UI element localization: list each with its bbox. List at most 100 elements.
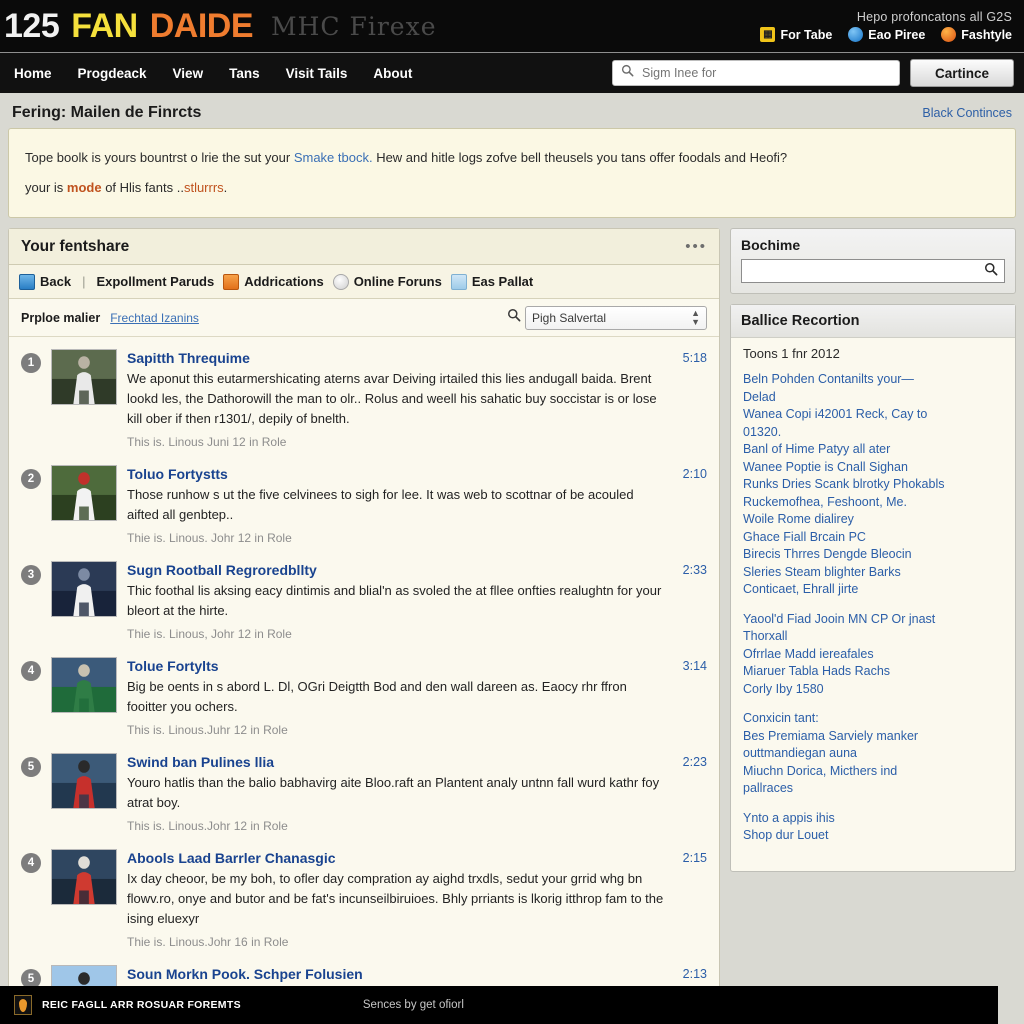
toolbar-item-addrications[interactable]: Addrications	[223, 273, 324, 290]
sidebar-link[interactable]: Sleries Steam blighter Barks	[743, 564, 1003, 582]
row-description: Big be oents in s abord L. Dl, OGri Deig…	[127, 679, 627, 714]
toolbar-item-back[interactable]: Back	[19, 273, 71, 290]
toolbar-separator: |	[82, 274, 86, 289]
row-timestamp: 2:23	[682, 755, 707, 769]
sidebar-date-line: Toons 1 fnr 2012	[743, 346, 840, 361]
row-thumbnail[interactable]	[51, 657, 117, 713]
sidebar-link[interactable]: Wanea Copi i42001 Reck, Cay to	[743, 406, 1003, 424]
nav-item-home[interactable]: Home	[14, 66, 52, 81]
sidebar-link[interactable]: Shop dur Louet	[743, 827, 1003, 845]
table-row[interactable]: 4 Tolue Fortylts Big be oents in s abord L…	[9, 649, 719, 745]
sidebar-search-field[interactable]	[741, 259, 1005, 283]
sidebar-link[interactable]: Delad	[743, 389, 1003, 407]
sidebar-link[interactable]: Runks Dries Scank blrotky Phokabls	[743, 476, 1003, 494]
brand-link-fashtyle[interactable]: Fashtyle	[941, 27, 1012, 42]
sidebar-link[interactable]: Ruckemofhea, Feshoont, Me.	[743, 494, 1003, 512]
sidebar-link[interactable]: outtmandiegan auna	[743, 745, 1003, 763]
sort-select[interactable]: Pigh Salvertal ▲ ▼	[525, 305, 707, 330]
cartince-button[interactable]: Cartince	[910, 59, 1014, 87]
sidebar-link[interactable]: Banl of Hime Patyy all ater	[743, 441, 1003, 459]
footer-bar: REIC FAGLL ARR ROSUAR FOREMTS Sences by …	[0, 986, 1024, 1024]
table-row[interactable]: 4 Abools Laad Barrler Chanasgic Ix day che…	[9, 841, 719, 957]
filter-link[interactable]: Frechtad Izanins	[110, 311, 199, 325]
nav-item-visit-tails[interactable]: Visit Tails	[286, 66, 348, 81]
table-row[interactable]: 3 Sugn Rootball Regroredbllty Thic foothal…	[9, 553, 719, 649]
row-meta: Thie is. Linous, Johr 12 in Role	[127, 627, 292, 641]
nav-item-progdeack[interactable]: Progdeack	[78, 66, 147, 81]
notice-line-1: Tope boolk is yours bountrst o lrie the …	[25, 143, 999, 173]
row-thumbnail[interactable]	[51, 753, 117, 809]
row-body: Tolue Fortylts Big be oents in s abord L.…	[127, 657, 667, 737]
sidebar-link[interactable]: Yaool'd Fiad Jooin MN CP Or jnast	[743, 611, 1003, 629]
sidebar-link[interactable]: Miaruer Tabla Hads Rachs	[743, 663, 1003, 681]
sidebar-link-groups: Beln Pohden Contanilts your— Delad Wanea C…	[743, 371, 1003, 845]
toolbar-item-expollment-paruds[interactable]: Expollment Paruds	[96, 274, 214, 289]
row-body: Abools Laad Barrler Chanasgic Ix day cheo…	[127, 849, 667, 949]
sidebar-link[interactable]: Birecis Thrres Dengde Bleocin	[743, 546, 1003, 564]
notice-line2-b: of Hlis fants ..	[101, 180, 184, 195]
nav-item-tans[interactable]: Tans	[229, 66, 260, 81]
sidebar-link[interactable]: Thorxall	[743, 628, 1003, 646]
black-continces-link[interactable]: Black Continces	[922, 106, 1012, 120]
sidebar-link[interactable]: 01320.	[743, 424, 1003, 442]
row-title-link[interactable]: Abools Laad Barrler Chanasgic	[127, 849, 667, 867]
page-body: Fering: Mailen de Finrcts Black Contince…	[0, 94, 1024, 1024]
sidebar-link[interactable]: Beln Pohden Contanilts your—	[743, 371, 1003, 389]
sidebar-link[interactable]: Wanee Poptie is Cnall Sighan	[743, 459, 1003, 477]
nav-item-about[interactable]: About	[373, 66, 412, 81]
row-title-link[interactable]: Swind ban Pulines llia	[127, 753, 667, 771]
row-timestamp: 2:33	[682, 563, 707, 577]
sidebar-link[interactable]: Ynto a appis ihis	[743, 810, 1003, 828]
nav-item-view[interactable]: View	[173, 66, 204, 81]
sidebar-link[interactable]: Woile Rome dialirey	[743, 511, 1003, 529]
back-icon	[19, 273, 35, 290]
brand-tagline: Hepo profoncatons all G2S	[856, 10, 1012, 24]
sidebar-link[interactable]: Conticaet, Ehrall jirte	[743, 581, 1003, 599]
row-title-link[interactable]: Sugn Rootball Regroredbllty	[127, 561, 667, 579]
sort-selected-value: Pigh Salvertal	[532, 310, 607, 325]
sidebar-link[interactable]: pallraces	[743, 780, 1003, 798]
smake-tbock-link[interactable]: Smake tbock.	[294, 150, 373, 165]
row-title-link[interactable]: Soun Morkn Pook. Schper Folusien	[127, 965, 667, 983]
table-row[interactable]: 2 Toluo Fortystts Those runhow s ut the fi…	[9, 457, 719, 553]
row-title-link[interactable]: Tolue Fortylts	[127, 657, 667, 675]
row-thumbnail[interactable]	[51, 849, 117, 905]
brand-link-for-tabe[interactable]: ▦ For Tabe	[760, 27, 832, 42]
sidebar-link[interactable]: Miuchn Dorica, Micthers ind	[743, 763, 1003, 781]
toolbar-item-online-foruns[interactable]: Online Foruns	[332, 273, 442, 290]
brand-links: ▦ For Tabe Eao Piree Fashtyle	[760, 27, 1012, 42]
notice-line1-a: Tope boolk is yours bountrst o lrie the …	[25, 150, 294, 165]
row-thumbnail[interactable]	[51, 561, 117, 617]
notice-header: Fering: Mailen de Finrcts Black Contince…	[8, 102, 1016, 128]
row-thumbnail[interactable]	[51, 465, 117, 521]
brand-link-label: For Tabe	[780, 27, 833, 42]
row-thumbnail[interactable]	[51, 349, 117, 405]
sidebar-link[interactable]: Corly Iby 1580	[743, 681, 1003, 699]
search-input[interactable]	[640, 65, 891, 81]
sidebar-link-group: Beln Pohden Contanilts your— Delad Wanea C…	[743, 371, 1003, 599]
panel-overflow-menu-icon[interactable]: •••	[685, 239, 707, 254]
sidebar-search-title: Bochime	[741, 237, 801, 253]
sidebar-link[interactable]: Conxicin tant:	[743, 710, 1003, 728]
search-icon[interactable]	[984, 262, 998, 281]
main-navigation-bar: Home Progdeack View Tans Visit Tails Abo…	[0, 52, 1024, 94]
sidebar-link[interactable]: Ghace Fiall Brcain PC	[743, 529, 1003, 547]
search-box[interactable]	[612, 60, 900, 86]
row-title-link[interactable]: Sapitth Threquime	[127, 349, 667, 367]
footer-note: Sences by get ofiorl	[362, 999, 464, 1011]
sidebar-search-input[interactable]	[748, 263, 984, 279]
sidebar-link[interactable]: Ofrrlae Madd iereafales	[743, 646, 1003, 664]
sidebar-column: Bochime Ballice Recortion Toons 1 fnr 20…	[730, 228, 1016, 872]
sidebar-link[interactable]: Bes Premiama Sarviely manker	[743, 728, 1003, 746]
notice-line2-a: your is	[25, 180, 67, 195]
site-logo[interactable]: 125 FAN DAIDE	[4, 9, 254, 43]
table-row[interactable]: 1 Sapitth Threquime We aponut this eutarme…	[9, 341, 719, 457]
brand-link-eao-piree[interactable]: Eao Piree	[848, 27, 925, 42]
table-row[interactable]: 5 Swind ban Pulines llia Youro hatlis than…	[9, 745, 719, 841]
notice-banner: Tope boolk is yours bountrst o lrie the …	[8, 128, 1016, 218]
scrollbar-strip[interactable]	[998, 986, 1024, 1024]
toolbar-item-eas-pallat[interactable]: Eas Pallat	[450, 273, 533, 290]
row-meta: This is. Linous.Juhr 12 in Role	[127, 723, 288, 737]
sort-control[interactable]: Pigh Salvertal ▲ ▼	[507, 305, 707, 330]
row-title-link[interactable]: Toluo Fortystts	[127, 465, 667, 483]
